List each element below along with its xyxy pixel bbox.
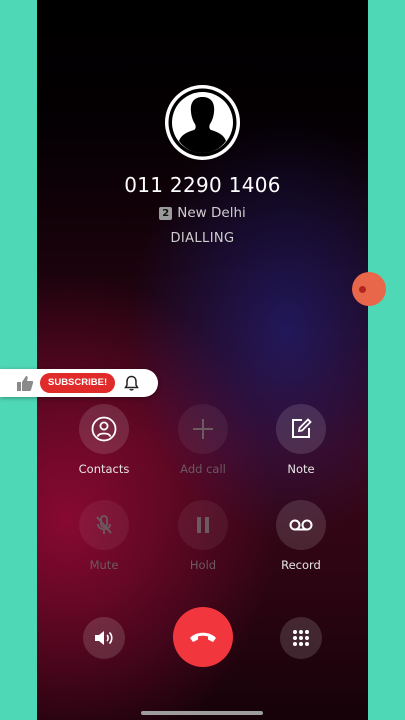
add-call-button[interactable]: Add call xyxy=(163,404,243,476)
plus-icon xyxy=(193,419,213,439)
contacts-button[interactable]: Contacts xyxy=(64,404,144,476)
contacts-label: Contacts xyxy=(78,462,130,476)
home-indicator[interactable] xyxy=(141,711,263,715)
mute-button[interactable]: Mute xyxy=(64,500,144,572)
mute-label: Mute xyxy=(89,558,119,572)
bell-icon[interactable] xyxy=(124,375,139,391)
hold-label: Hold xyxy=(189,558,217,572)
speaker-volume-icon xyxy=(95,631,113,645)
caller-location: 2 New Delhi xyxy=(37,205,368,221)
edge-panel-handle[interactable] xyxy=(352,272,386,306)
contact-avatar xyxy=(165,85,240,160)
end-call-button[interactable] xyxy=(173,607,233,667)
note-button[interactable]: Note xyxy=(261,404,341,476)
thumbs-up-icon[interactable] xyxy=(16,374,34,392)
keypad-button[interactable] xyxy=(280,617,322,659)
subscribe-button[interactable]: SUBSCRIBE! xyxy=(40,373,116,393)
dialpad-icon xyxy=(293,630,309,646)
voicemail-record-icon xyxy=(289,519,313,531)
note-label: Note xyxy=(287,462,315,476)
add-call-label: Add call xyxy=(180,462,226,476)
person-circle-icon xyxy=(91,416,117,442)
edit-note-icon xyxy=(292,418,312,438)
hold-button[interactable]: Hold xyxy=(163,500,243,572)
speaker-button[interactable] xyxy=(83,617,125,659)
phone-hangup-icon xyxy=(190,632,216,642)
record-label: Record xyxy=(281,558,321,572)
call-status: DIALLING xyxy=(170,231,235,246)
microphone-muted-icon xyxy=(96,515,112,534)
location-label: New Delhi xyxy=(177,205,246,221)
subscribe-overlay: SUBSCRIBE! xyxy=(0,369,158,397)
phone-number: 011 2290 1406 xyxy=(124,173,281,197)
record-button[interactable]: Record xyxy=(261,500,341,572)
pause-icon xyxy=(197,517,209,533)
record-dot-icon xyxy=(358,285,366,293)
sim-slot-badge: 2 xyxy=(159,206,173,220)
call-screen: 011 2290 1406 2 New Delhi DIALLING Conta… xyxy=(37,0,368,720)
